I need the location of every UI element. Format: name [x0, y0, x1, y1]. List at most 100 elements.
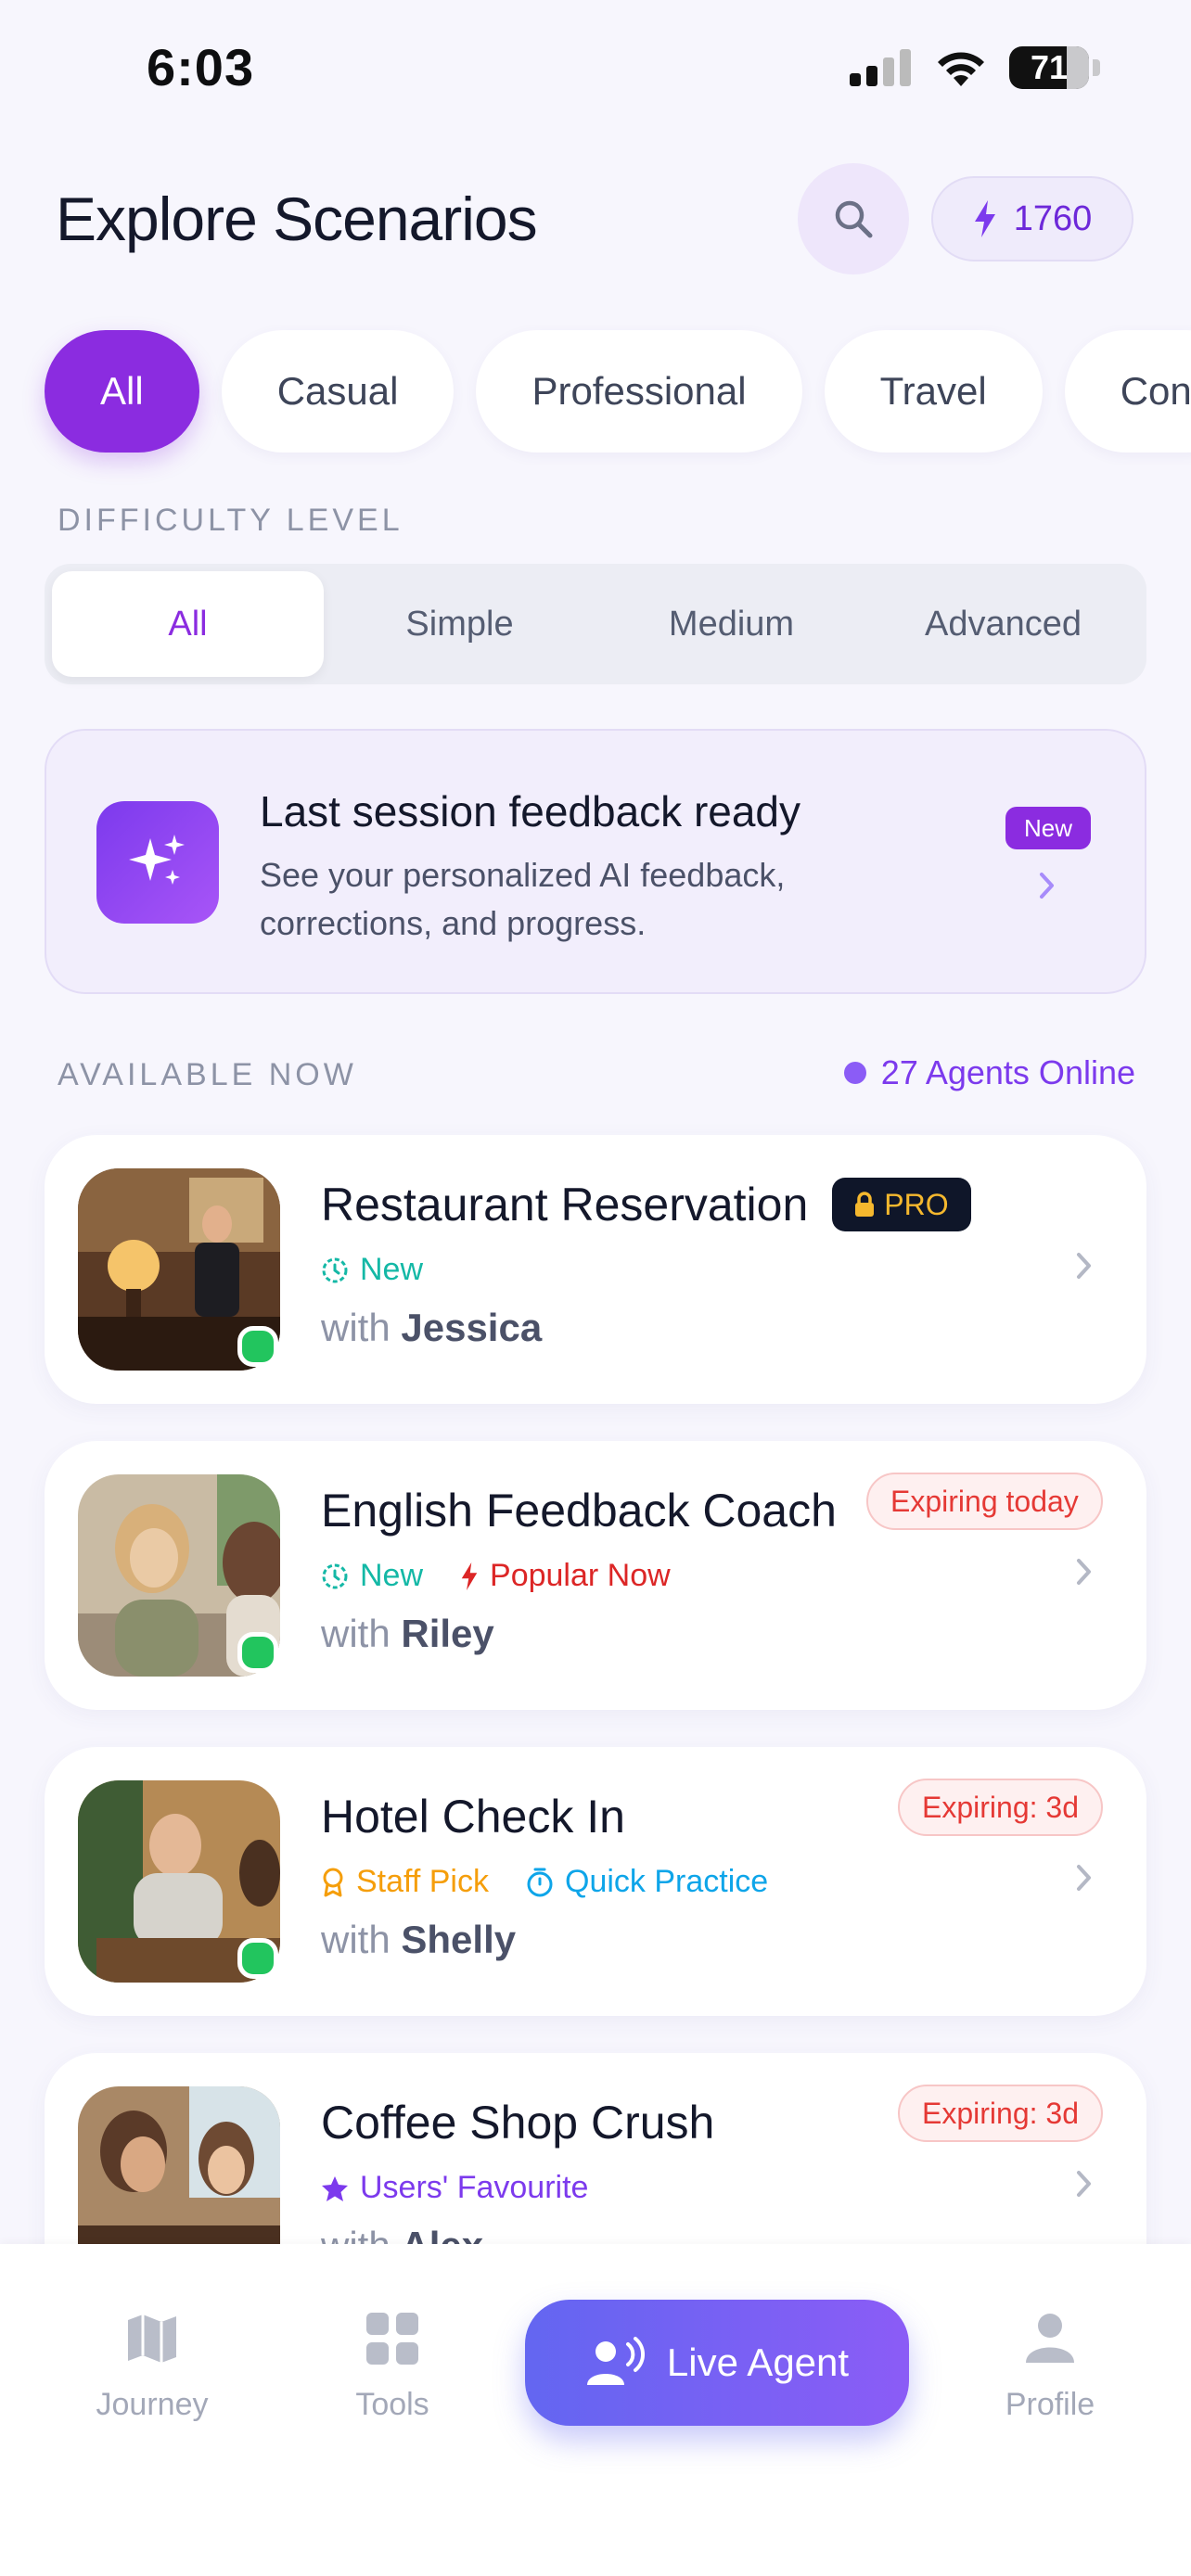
agent-line: with Riley: [321, 1612, 494, 1656]
new-clock-icon: [322, 1563, 348, 1588]
chevron-right-icon: [1040, 873, 1054, 899]
pro-badge: PRO: [832, 1178, 971, 1231]
new-badge: New: [1005, 807, 1092, 849]
nav-profile-label: Profile: [1005, 2387, 1095, 2422]
difficulty-advanced[interactable]: Advanced: [867, 571, 1139, 677]
category-chip-all[interactable]: All: [45, 330, 199, 453]
agent-line: with Jessica: [321, 1306, 542, 1350]
tag-row: Staff Pick Quick Practice: [321, 1864, 768, 1900]
tag-staff-pick: Staff Pick: [321, 1864, 489, 1900]
live-agent-label: Live Agent: [666, 2340, 850, 2384]
lightning-icon: [461, 1562, 478, 1590]
stopwatch-icon: [527, 1868, 553, 1896]
tag-new-label: New: [360, 1252, 424, 1287]
search-icon: [835, 200, 873, 238]
page-title: Explore Scenarios: [56, 185, 538, 253]
points-button[interactable]: 1760: [931, 176, 1133, 261]
difficulty-label: DIFFICULTY LEVEL: [58, 503, 403, 538]
map-icon: [128, 2315, 176, 2363]
nav-tools[interactable]: Tools: [290, 2311, 494, 2423]
voice-agent-icon: [586, 2337, 645, 2385]
pro-badge-label: PRO: [884, 1187, 949, 1221]
agent-name: Shelly: [401, 1918, 517, 1961]
new-clock-icon: [322, 1257, 348, 1282]
expiring-badge: Expiring: 3d: [898, 1779, 1103, 1836]
chevron-right-icon: [1077, 1253, 1091, 1279]
tag-popular: Popular Now: [460, 1558, 671, 1594]
tag-row: New: [321, 1252, 423, 1288]
scenario-card[interactable]: Restaurant Reservation PRO New with Jess…: [45, 1135, 1146, 1404]
profile-icon: [1026, 2314, 1074, 2363]
tag-favourite: Users' Favourite: [321, 2170, 588, 2206]
banner-body-line-2: corrections, and progress.: [260, 904, 647, 942]
available-label: AVAILABLE NOW: [58, 1057, 357, 1092]
status-time: 6:03: [147, 38, 255, 96]
expiring-badge: Expiring: 3d: [898, 2085, 1103, 2142]
difficulty-all[interactable]: All: [52, 571, 324, 677]
banner-body: See your personalized AI feedback, corre…: [260, 851, 928, 948]
star-icon: [322, 2175, 348, 2201]
nav-tools-label: Tools: [355, 2387, 429, 2422]
category-chip-travel[interactable]: Travel: [824, 330, 1043, 453]
tag-new: New: [321, 1252, 423, 1288]
agents-online: 27 Agents Online: [843, 1053, 1135, 1092]
search-button[interactable]: [798, 163, 909, 274]
tag-quick-practice: Quick Practice: [526, 1864, 768, 1900]
tag-row: Users' Favourite: [321, 2170, 588, 2206]
difficulty-medium[interactable]: Medium: [596, 571, 867, 677]
nav-journey-label: Journey: [96, 2387, 209, 2422]
with-prefix: with: [321, 1918, 391, 1961]
scenario-card[interactable]: English Feedback Coach Expiring today Ne…: [45, 1441, 1146, 1710]
tag-row: New Popular Now: [321, 1558, 671, 1594]
tag-quick-practice-label: Quick Practice: [565, 1864, 769, 1899]
category-chip-casual[interactable]: Casual: [221, 330, 455, 453]
agent-name: Riley: [401, 1612, 494, 1655]
tag-popular-label: Popular Now: [490, 1558, 671, 1593]
status-icons: 71: [850, 46, 1100, 89]
tag-new: New: [321, 1558, 423, 1594]
tag-staff-pick-label: Staff Pick: [356, 1864, 489, 1899]
battery-tip: [1093, 59, 1100, 76]
online-indicator: [237, 1326, 278, 1367]
chevron-right-icon: [1077, 1559, 1091, 1585]
scenario-title: English Feedback Coach: [321, 1485, 837, 1537]
grid-icon: [366, 2313, 418, 2365]
with-prefix: with: [321, 1612, 391, 1655]
agent-name: Jessica: [401, 1306, 543, 1349]
battery-icon: 71: [1009, 46, 1089, 89]
points-value: 1760: [1013, 198, 1093, 238]
nav-journey[interactable]: Journey: [50, 2311, 254, 2423]
scenario-title: Hotel Check In: [321, 1791, 625, 1843]
feedback-banner[interactable]: Last session feedback ready See your per…: [45, 729, 1146, 994]
expiring-badge: Expiring today: [866, 1473, 1103, 1530]
nav-profile[interactable]: Profile: [948, 2311, 1152, 2423]
banner-title: Last session feedback ready: [260, 787, 801, 835]
tag-new-label: New: [360, 1558, 424, 1593]
scenario-title: Restaurant Reservation: [321, 1179, 809, 1231]
category-chip-con[interactable]: Con: [1064, 330, 1191, 453]
scenario-card[interactable]: Hotel Check In Expiring: 3d Staff Pick Q…: [45, 1747, 1146, 2016]
battery-level: 71: [1030, 48, 1069, 86]
bottom-nav: Journey Tools Live Agent Profile: [0, 2244, 1191, 2576]
award-icon: [323, 1868, 343, 1896]
sparkles-icon: [96, 801, 219, 924]
online-indicator: [237, 1938, 278, 1979]
card-title-row: Restaurant Reservation PRO: [321, 1178, 971, 1231]
scenario-title: Coffee Shop Crush: [321, 2097, 715, 2149]
tag-favourite-label: Users' Favourite: [360, 2170, 589, 2205]
with-prefix: with: [321, 1306, 391, 1349]
difficulty-selector: All Simple Medium Advanced: [45, 564, 1146, 684]
banner-body-line-1: See your personalized AI feedback,: [260, 856, 786, 894]
difficulty-simple[interactable]: Simple: [324, 571, 596, 677]
chevron-right-icon: [1077, 2171, 1091, 2197]
category-chips: All Casual Professional Travel Con: [45, 330, 1191, 453]
chevron-right-icon: [1077, 1865, 1091, 1891]
category-chip-professional[interactable]: Professional: [476, 330, 802, 453]
agent-line: with Shelly: [321, 1918, 516, 1962]
cellular-signal-icon: [850, 49, 911, 86]
lightning-icon: [974, 200, 995, 237]
lock-icon: [855, 1192, 875, 1217]
online-dot: [843, 1062, 866, 1084]
live-agent-button[interactable]: Live Agent: [525, 2300, 909, 2426]
wifi-icon: [938, 52, 984, 86]
